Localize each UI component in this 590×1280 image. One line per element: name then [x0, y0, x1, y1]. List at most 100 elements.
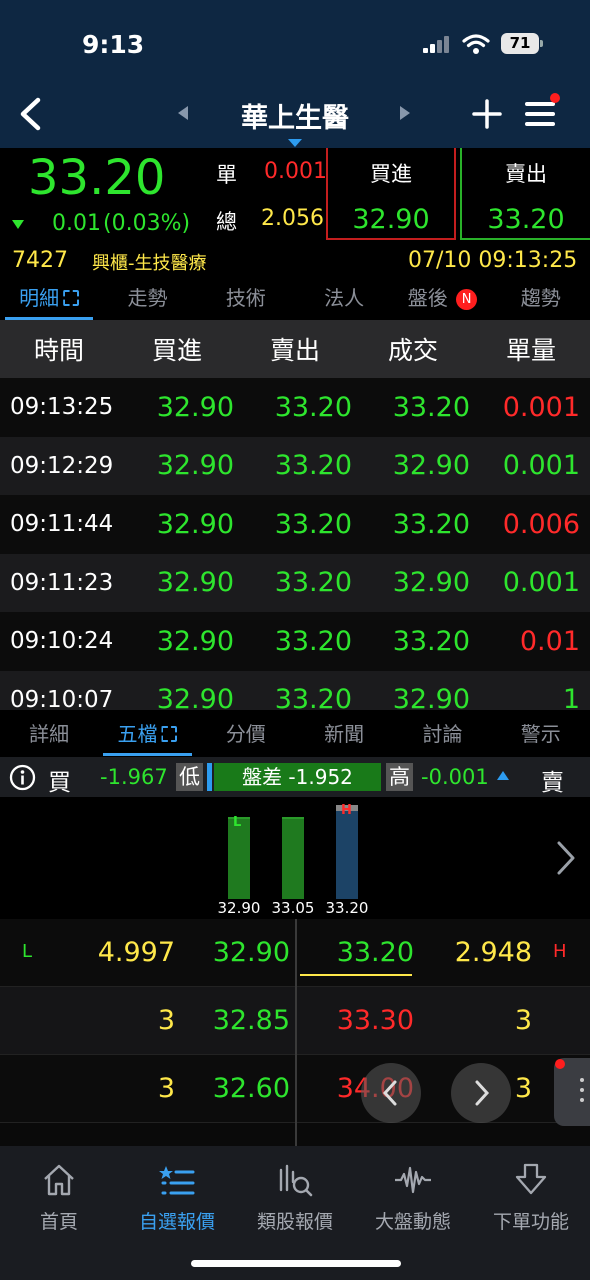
bid-price: 32.85: [212, 1005, 290, 1036]
current-ask-underline: [300, 974, 412, 976]
bid-price-label: 買進: [370, 162, 412, 186]
low-label: 低: [176, 763, 203, 791]
total-volume-label: 總: [216, 210, 237, 234]
tab-discussion[interactable]: 討論: [393, 712, 491, 756]
cell-time: 09:11:23: [10, 569, 114, 596]
tab-tendency[interactable]: 趨勢: [492, 276, 590, 320]
menu-icon[interactable]: [524, 100, 556, 128]
bid-price-box[interactable]: 買進 32.90: [326, 148, 456, 240]
unit-volume-label: 單: [216, 163, 237, 187]
tab-label: 討論: [422, 722, 463, 746]
table-row[interactable]: 09:12:29 32.90 33.20 32.90 0.001: [0, 436, 590, 495]
tab-news[interactable]: 新聞: [295, 712, 393, 756]
up-triangle-icon: [497, 771, 509, 780]
cell-time: 09:10:07: [10, 686, 114, 710]
cell-bid: 32.90: [156, 684, 234, 710]
tab-label: 技術: [225, 286, 266, 310]
table-row[interactable]: 09:10:24 32.90 33.20 33.20 0.01: [0, 612, 590, 671]
cell-time: 09:13:25: [10, 394, 114, 421]
low-marker-label: L: [233, 815, 242, 830]
next-stock-arrow-icon[interactable]: [400, 106, 410, 120]
tab-label: 法人: [324, 286, 365, 310]
bottom-nav-sector-quotes[interactable]: 類股報價: [236, 1162, 354, 1234]
bottom-nav-watchlist[interactable]: 自選報價: [118, 1162, 236, 1234]
price-volume-bar: [282, 817, 304, 899]
tab-price-distribution[interactable]: 分價: [197, 712, 295, 756]
floating-prev-button[interactable]: [361, 1063, 421, 1123]
down-triangle-icon: [12, 220, 24, 229]
price-tick-label: 33.20: [325, 899, 369, 917]
home-indicator: [191, 1260, 401, 1267]
table-row[interactable]: 09:11:44 32.90 33.20 33.20 0.006: [0, 495, 590, 554]
expand-icon[interactable]: [63, 290, 80, 306]
tab-label: 明細: [19, 286, 60, 310]
tab-five-levels[interactable]: 五檔: [98, 712, 196, 756]
floating-notification-dot: [555, 1059, 565, 1069]
table-row[interactable]: 09:13:25 32.90 33.20 33.20 0.001: [0, 378, 590, 437]
info-icon[interactable]: [9, 764, 36, 791]
ask-volume: 3: [514, 1005, 532, 1036]
stock-dropdown-indicator-icon[interactable]: [288, 139, 302, 147]
ask-price: 33.20: [336, 937, 414, 968]
ticks-table-body[interactable]: 09:13:25 32.90 33.20 33.20 0.001 09:12:29 32.9…: [0, 378, 590, 710]
low-marker: [207, 763, 212, 791]
bottom-nav-home[interactable]: 首頁: [0, 1162, 118, 1234]
col-header-bid: 買進: [151, 336, 202, 365]
cell-bid: 32.90: [156, 508, 234, 540]
stock-code: 7427: [12, 248, 68, 273]
cell-deal: 32.90: [392, 684, 470, 710]
bid-volume: 3: [157, 1073, 175, 1104]
bottom-nav-label: 自選報價: [138, 1211, 215, 1233]
ask-price-label: 賣出: [505, 162, 547, 186]
tab-detail[interactable]: 詳細: [0, 712, 98, 756]
tab-institutional[interactable]: 法人: [295, 276, 393, 320]
cell-deal: 32.90: [392, 450, 470, 482]
wifi-icon: [462, 34, 490, 54]
floating-next-button[interactable]: [451, 1063, 511, 1123]
ask-price: 33.30: [336, 1005, 414, 1036]
expand-icon[interactable]: [161, 726, 178, 742]
cell-ask: 33.20: [274, 625, 352, 657]
back-arrow-icon[interactable]: [18, 97, 42, 131]
tab-details[interactable]: 明細: [0, 276, 98, 320]
tab-label: 趨勢: [520, 286, 561, 310]
bottom-nav-label: 大盤動態: [374, 1211, 451, 1233]
tab-technical[interactable]: 技術: [197, 276, 295, 320]
table-row[interactable]: 09:11:23 32.90 33.20 32.90 0.001: [0, 553, 590, 612]
bottom-nav-order[interactable]: 下單功能: [472, 1162, 590, 1234]
tab-alerts[interactable]: 警示: [492, 712, 590, 756]
price-change-percent: (0.03%): [103, 211, 191, 236]
order-down-arrow-icon: [515, 1163, 547, 1195]
cell-deal: 32.90: [392, 567, 470, 599]
cell-deal: 33.20: [392, 391, 470, 423]
table-row[interactable]: 09:10:07 32.90 33.20 32.90 1: [0, 670, 590, 710]
tab-after-hours[interactable]: 盤後 N: [393, 276, 491, 320]
price-gap-bar: 盤差 -1.952: [214, 763, 381, 791]
buy-ratio-value: -1.967: [100, 765, 168, 789]
bottom-nav-bar: 首頁 自選報價 類股報價 大盤動態 下單功能: [0, 1146, 590, 1280]
col-header-time: 時間: [33, 336, 84, 365]
chevron-right-icon[interactable]: [555, 840, 577, 876]
star-list-icon: [159, 1166, 195, 1195]
tab-label: 分價: [225, 722, 266, 746]
bottom-nav-market-overview[interactable]: 大盤動態: [354, 1162, 472, 1234]
ask-volume: 2.948: [454, 937, 532, 968]
add-icon[interactable]: [472, 99, 502, 129]
cell-time: 09:11:44: [10, 511, 114, 538]
order-book-divider: [295, 919, 297, 1146]
new-badge: N: [456, 289, 478, 310]
buy-label: 買: [48, 770, 71, 796]
tab-label: 五檔: [117, 722, 158, 746]
ask-price-box[interactable]: 賣出 33.20: [460, 148, 590, 240]
sector-search-icon: [279, 1164, 313, 1197]
cell-volume: 0.001: [502, 567, 580, 599]
bid-price-value: 32.90: [352, 204, 430, 235]
cell-ask: 33.20: [274, 508, 352, 540]
stock-name-title[interactable]: 華上生醫: [180, 96, 410, 135]
total-volume-value: 2.056: [261, 206, 324, 231]
tab-trend[interactable]: 走勢: [98, 276, 196, 320]
bottom-nav-label: 下單功能: [492, 1211, 569, 1233]
col-header-deal: 成交: [387, 336, 438, 365]
more-dots-icon: [580, 1078, 584, 1082]
bottom-nav-label: 首頁: [39, 1211, 78, 1233]
